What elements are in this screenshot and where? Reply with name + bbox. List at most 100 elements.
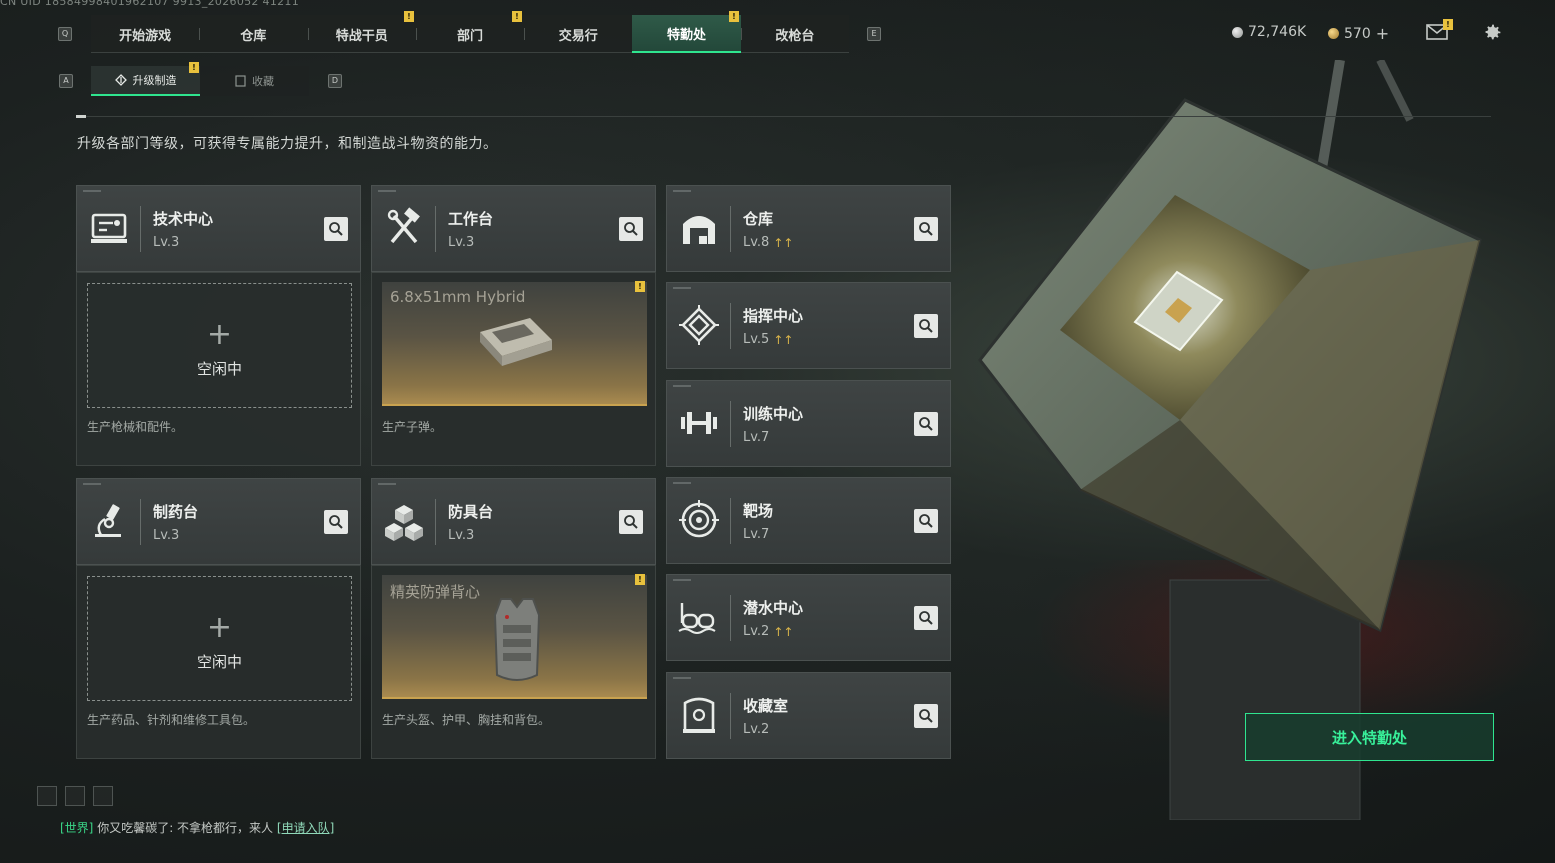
dept-level-text: Lv.3 xyxy=(153,235,180,250)
dept-card-armor-bench[interactable]: 防具台 Lv.3 xyxy=(371,478,656,565)
production-item-panel: 精英防弹背心 xyxy=(382,575,647,699)
silver-amount: 72,746K xyxy=(1248,24,1307,40)
vest-icon xyxy=(493,598,541,681)
join-team-link[interactable]: [申请入队] xyxy=(277,821,334,835)
dept-card-command-center[interactable]: 指挥中心 Lv.5 ↑↑ xyxy=(666,282,951,369)
warning-badge: ! xyxy=(635,281,645,292)
dept-card-warehouse[interactable]: 仓库 Lv.8 ↑↑ xyxy=(666,185,951,272)
dept-card-collection-room[interactable]: 收藏室 Lv.2 xyxy=(666,672,951,759)
tab-departments[interactable]: 部门 xyxy=(415,15,524,53)
production-slot-pharmacy[interactable]: + 空闲中 生产药品、针剂和维修工具包。 xyxy=(76,565,361,759)
dept-level-text: Lv.5 xyxy=(743,332,770,347)
dept-card-workbench[interactable]: 工作台 Lv.3 xyxy=(371,185,656,272)
target-icon xyxy=(679,500,719,538)
hammer-wrench-icon xyxy=(387,207,420,244)
search-icon[interactable] xyxy=(914,606,938,630)
idle-frame: + 空闲中 xyxy=(87,283,352,408)
production-item-panel: 6.8x51mm Hybrid xyxy=(382,282,647,406)
production-slot-workbench[interactable]: 6.8x51mm Hybrid ! 生产子弹。 xyxy=(371,272,656,466)
dept-card-pharmacy[interactable]: 制药台 Lv.3 xyxy=(76,478,361,565)
gold-coin-icon xyxy=(1328,28,1339,39)
section-divider xyxy=(76,116,1491,117)
upgrade-available-icon: ↑↑ xyxy=(773,332,794,347)
card-corner-mark xyxy=(673,482,691,484)
idle-frame: + 空闲中 xyxy=(87,576,352,701)
subtab-label: 升级制造 xyxy=(132,74,177,87)
settings-gear-icon[interactable] xyxy=(1482,22,1503,43)
search-icon[interactable] xyxy=(324,217,348,241)
quick-slot[interactable] xyxy=(65,786,85,806)
search-icon[interactable] xyxy=(914,704,938,728)
special-ops-cube-art xyxy=(978,60,1482,820)
search-icon[interactable] xyxy=(914,412,938,436)
quick-slot[interactable] xyxy=(37,786,57,806)
dept-level-text: Lv.2 xyxy=(743,722,770,737)
add-gold-button[interactable]: + xyxy=(1376,24,1389,43)
card-corner-mark xyxy=(673,385,691,387)
production-slot-armor-bench[interactable]: 精英防弹背心 ! 生产头盔、护甲、胸挂和背包。 xyxy=(371,565,656,759)
search-icon[interactable] xyxy=(914,509,938,533)
dept-level-text: Lv.7 xyxy=(743,527,770,542)
warning-badge: ! xyxy=(729,11,739,22)
search-icon[interactable] xyxy=(619,510,643,534)
dept-card-shooting-range[interactable]: 靶场 Lv.7 xyxy=(666,477,951,564)
gold-amount: 570 xyxy=(1344,25,1371,42)
enter-special-ops-button[interactable]: 进入特勤处 xyxy=(1245,713,1494,761)
key-hint-a: A xyxy=(59,74,73,88)
search-icon[interactable] xyxy=(619,217,643,241)
tab-label: 交易行 xyxy=(558,28,598,44)
dept-level: Lv.2 ↑↑ xyxy=(743,624,793,639)
warning-badge: ! xyxy=(1443,19,1453,30)
card-divider xyxy=(730,595,731,641)
plus-icon: + xyxy=(206,610,233,645)
subtab-upgrade-craft[interactable]: 升级制造 xyxy=(91,66,200,96)
silver-currency: 72,746K xyxy=(1232,24,1306,40)
chat-channel: [世界] xyxy=(60,821,94,835)
search-icon[interactable] xyxy=(324,510,348,534)
card-corner-mark xyxy=(673,287,691,289)
dept-level-text: Lv.3 xyxy=(448,235,475,250)
slot-caption: 生产子弹。 xyxy=(382,420,443,434)
chat-message: 你又吃馨碳了: 不拿枪都行，来人 xyxy=(97,821,274,835)
dept-name: 制药台 xyxy=(153,503,199,521)
tab-special-ops[interactable]: 特勤处 xyxy=(632,15,741,53)
sub-tab-bar: 升级制造 收藏 xyxy=(91,66,309,96)
tab-label: 特勤处 xyxy=(667,27,707,43)
dept-level: Lv.7 xyxy=(743,430,769,445)
uid-label: CN UID 18584998401962107 9913_2026052 41… xyxy=(0,0,300,8)
idle-status: 空闲中 xyxy=(196,653,242,671)
key-hint-e: E xyxy=(867,27,881,41)
quick-slot[interactable] xyxy=(93,786,113,806)
key-hint-d: D xyxy=(328,74,342,88)
tab-market[interactable]: 交易行 xyxy=(524,15,632,53)
dept-card-training-center[interactable]: 训练中心 Lv.7 xyxy=(666,380,951,467)
dept-level: Lv.8 ↑↑ xyxy=(743,235,793,250)
dept-level-text: Lv.3 xyxy=(153,528,180,543)
dept-level-text: Lv.8 xyxy=(743,235,770,250)
card-divider xyxy=(140,206,141,252)
card-divider xyxy=(730,693,731,739)
search-icon[interactable] xyxy=(914,314,938,338)
gold-currency: 570 + xyxy=(1328,24,1389,43)
tab-start-game[interactable]: 开始游戏 xyxy=(91,15,199,53)
section-divider-mark xyxy=(76,115,86,118)
warehouse-icon xyxy=(683,216,715,244)
dept-card-tech-center[interactable]: 技术中心 Lv.3 xyxy=(76,185,361,272)
dept-name: 技术中心 xyxy=(153,210,214,228)
chat-line: [世界] 你又吃馨碳了: 不拿枪都行，来人 [申请入队] xyxy=(60,819,334,836)
production-slot-tech-center[interactable]: + 空闲中 生产枪械和配件。 xyxy=(76,272,361,466)
subtab-collection[interactable]: 收藏 xyxy=(200,66,309,96)
tab-operators[interactable]: 特战干员 xyxy=(307,15,416,53)
dept-card-diving-center[interactable]: 潜水中心 Lv.2 ↑↑ xyxy=(666,574,951,661)
search-icon[interactable] xyxy=(914,217,938,241)
tab-gunsmith[interactable]: 改枪台 xyxy=(740,15,849,53)
microscope-icon xyxy=(95,504,121,537)
diving-mask-icon xyxy=(678,603,716,634)
slot-caption: 生产枪械和配件。 xyxy=(87,420,184,434)
tab-warehouse[interactable]: 仓库 xyxy=(199,15,307,53)
dept-name: 仓库 xyxy=(743,210,774,228)
dept-level-text: Lv.3 xyxy=(448,528,475,543)
slot-caption: 生产药品、针剂和维修工具包。 xyxy=(87,713,256,727)
dept-level: Lv.3 xyxy=(153,528,179,543)
card-divider xyxy=(730,498,731,544)
